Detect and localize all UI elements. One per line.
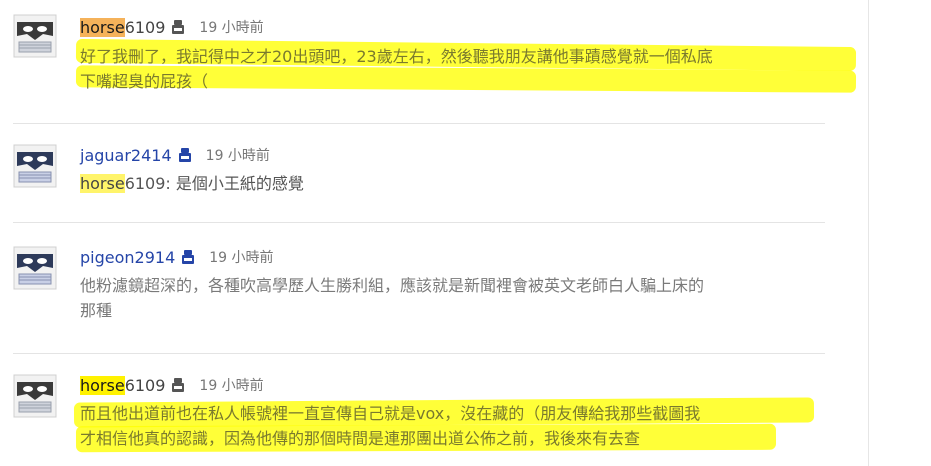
comment-meta: horse 6109 19 小時前 (80, 374, 264, 396)
mask-avatar-icon (13, 246, 57, 290)
comment-text: 好了我刪了，我記得中之才20出頭吧，23歲左右，然後聽我朋友講他事蹟感覺就一個私… (80, 44, 840, 94)
mask-avatar-icon (13, 374, 57, 418)
user-badge-icon (172, 20, 185, 34)
username-highlight[interactable]: horse (80, 17, 125, 37)
mask-avatar-icon (13, 14, 57, 58)
comment-text-line: 才相信他真的認識，因為他傳的那個時間是連那團出道公佈之前，我後來有去查 (80, 429, 641, 448)
user-badge-icon (172, 378, 185, 392)
comment-text-line: 他粉濾鏡超深的，各種吹高學歷人生勝利組，應該就是新聞裡會被英文老師白人騙上床的 (80, 276, 705, 295)
timestamp: 19 小時前 (199, 378, 264, 394)
comment-text: 他粉濾鏡超深的，各種吹高學歷人生勝利組，應該就是新聞裡會被英文老師白人騙上床的 … (80, 273, 820, 323)
username-highlight[interactable]: horse (80, 375, 125, 395)
comment-text-line: 那種 (80, 301, 113, 320)
comment-text-line: 下嘴超臭的屁孩（ (80, 72, 209, 91)
timestamp: 19 小時前 (205, 148, 270, 164)
avatar[interactable] (13, 14, 57, 58)
username-link[interactable]: pigeon2914 (80, 248, 175, 267)
username-suffix[interactable]: 6109 (125, 376, 166, 395)
comment-text-line: : 是個小王紙的感覺 (165, 174, 304, 193)
divider (13, 123, 825, 124)
user-badge-icon (178, 148, 191, 162)
username-suffix[interactable]: 6109 (125, 18, 166, 37)
comment-meta: jaguar2414 19 小時前 (80, 144, 270, 166)
timestamp: 19 小時前 (199, 20, 264, 36)
comment-text-line: 而且他出道前也在私人帳號裡一直宣傳自己就是vox，沒在藏的（朋友傳給我那些截圖我 (80, 404, 701, 423)
comment-text: horse6109: 是個小王紙的感覺 (80, 171, 820, 196)
username-link[interactable]: jaguar2414 (80, 146, 172, 165)
mask-avatar-icon (13, 144, 57, 188)
timestamp: 19 小時前 (209, 250, 274, 266)
mention-highlight[interactable]: horse (80, 174, 125, 193)
comment-text-line: 好了我刪了，我記得中之才20出頭吧，23歲左右，然後聽我朋友講他事蹟感覺就一個私… (80, 47, 713, 66)
mention-suffix[interactable]: 6109 (125, 174, 166, 193)
comment-text: 而且他出道前也在私人帳號裡一直宣傳自己就是vox，沒在藏的（朋友傳給我那些截圖我… (80, 401, 840, 451)
avatar[interactable] (13, 246, 57, 290)
page-right-border (868, 0, 869, 466)
comment-meta: horse 6109 19 小時前 (80, 16, 264, 38)
divider (13, 222, 825, 223)
user-badge-icon (182, 250, 195, 264)
divider (13, 353, 825, 354)
avatar[interactable] (13, 144, 57, 188)
avatar[interactable] (13, 374, 57, 418)
comment-meta: pigeon2914 19 小時前 (80, 246, 274, 268)
